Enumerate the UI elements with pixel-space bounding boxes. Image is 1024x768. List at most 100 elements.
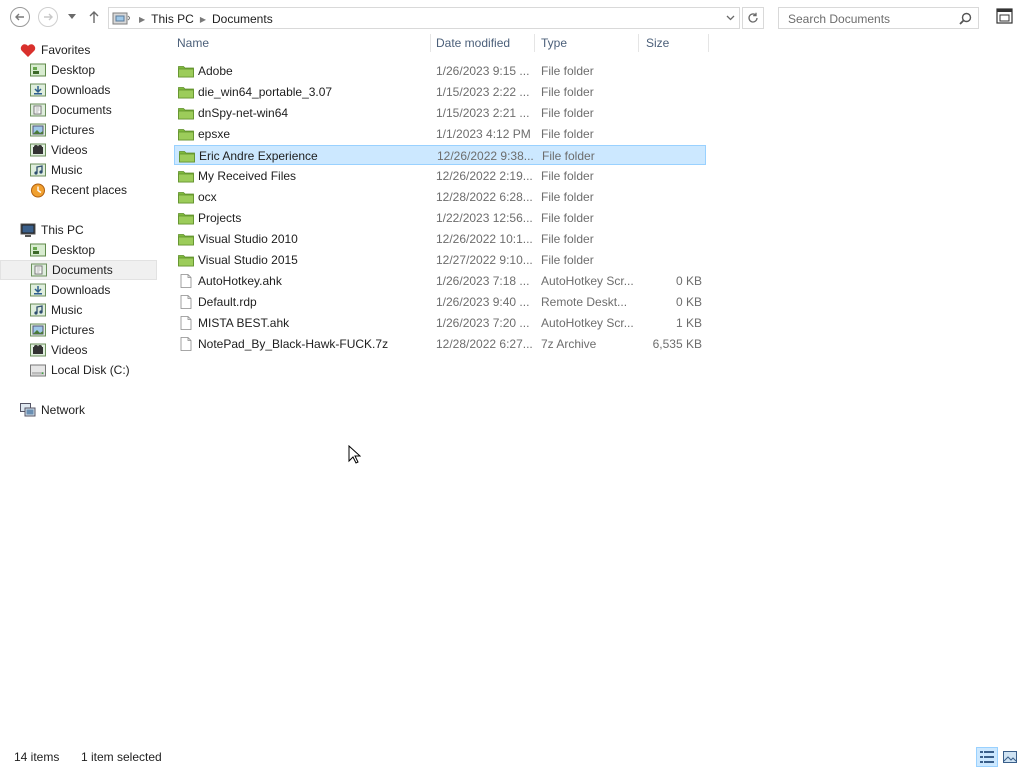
file-date-modified: 1/22/2023 12:56... [436, 211, 533, 225]
file-size: 6,535 KB [652, 337, 702, 351]
file-size: 0 KB [675, 295, 702, 309]
item-count: 14 items [14, 750, 60, 764]
file-name: NotePad_By_Black-Hawk-FUCK.7z [198, 337, 389, 351]
nav-fav-downloads[interactable]: Downloads [0, 80, 157, 100]
folder-icon [178, 87, 194, 99]
nav-pc-videos[interactable]: Videos [0, 340, 157, 360]
file-date-modified: 1/1/2023 4:12 PM [436, 127, 531, 141]
file-row[interactable]: dnSpy-net-win64 1/15/2023 2:21 ... File fo… [174, 103, 706, 123]
nav-item-label: Pictures [51, 123, 95, 137]
hard-drive-icon [30, 364, 46, 376]
folder-icon [178, 192, 194, 204]
file-type: File folder [542, 149, 595, 163]
nav-item-label: Videos [51, 343, 88, 357]
nav-pc-pictures[interactable]: Pictures [0, 320, 157, 340]
file-row[interactable]: NotePad_By_Black-Hawk-FUCK.7z 12/28/2022 … [174, 334, 706, 354]
nav-fav-pictures[interactable]: Pictures [0, 120, 157, 140]
address-bar[interactable]: ▶ This PC ▶ Documents [108, 7, 740, 29]
this-pc-icon [112, 12, 130, 25]
nav-fav-videos[interactable]: Videos [0, 140, 157, 160]
nav-pc-local-disk[interactable]: Local Disk (C:) [0, 360, 157, 380]
nav-network[interactable]: Network [0, 400, 157, 420]
file-name: epsxe [198, 127, 231, 141]
file-name: ocx [198, 190, 217, 204]
nav-item-label: Downloads [51, 83, 111, 97]
arrow-up-icon [89, 11, 99, 23]
refresh-button[interactable] [742, 7, 764, 29]
nav-pc-documents[interactable]: Documents [0, 260, 157, 280]
nav-pc-downloads[interactable]: Downloads [0, 280, 157, 300]
nav-this-pc[interactable]: This PC [0, 220, 157, 240]
file-row[interactable]: epsxe 1/1/2023 4:12 PM File folder [174, 124, 706, 144]
breadcrumb-separator-icon: ▶ [139, 14, 146, 24]
videos-icon [30, 343, 46, 356]
column-header-type[interactable]: Type [541, 36, 567, 52]
file-type: AutoHotkey Scr... [541, 316, 634, 330]
nav-fav-music[interactable]: Music [0, 160, 157, 180]
nav-item-label: Recent places [51, 183, 128, 197]
file-date-modified: 1/15/2023 2:21 ... [436, 106, 530, 120]
column-divider[interactable] [534, 34, 535, 52]
window-restore-icon[interactable] [996, 8, 1013, 24]
nav-favorites-label: Favorites [41, 43, 91, 57]
file-name: die_win64_portable_3.07 [198, 85, 333, 99]
file-name: Projects [198, 211, 242, 225]
column-header-date-modified[interactable]: Date modified [436, 36, 510, 52]
file-size: 1 KB [675, 316, 702, 330]
forward-button[interactable] [38, 7, 58, 27]
folder-icon [179, 151, 195, 163]
search-input[interactable]: Search Documents [778, 7, 979, 29]
file-row[interactable]: Visual Studio 2010 12/26/2022 10:1... File… [174, 229, 706, 249]
file-type: File folder [541, 253, 594, 267]
file-row[interactable]: Projects 1/22/2023 12:56... File folder [174, 208, 706, 228]
file-icon [180, 337, 192, 351]
breadcrumb-documents[interactable]: Documents [212, 12, 273, 26]
file-row[interactable]: Adobe 1/26/2023 9:15 ... File folder [174, 61, 706, 81]
column-header-name[interactable]: Name [177, 36, 209, 52]
column-divider[interactable] [708, 34, 709, 52]
file-row[interactable]: MISTA BEST.ahk 1/26/2023 7:20 ... AutoHotk… [174, 313, 706, 333]
nav-pc-desktop[interactable]: Desktop [0, 240, 157, 260]
file-row[interactable]: My Received Files 12/26/2022 2:19... File … [174, 166, 706, 186]
file-type: File folder [541, 106, 594, 120]
file-row[interactable]: Visual Studio 2015 12/27/2022 9:10... File… [174, 250, 706, 270]
nav-fav-documents[interactable]: Documents [0, 100, 157, 120]
documents-icon [31, 263, 47, 276]
nav-item-label: Documents [51, 103, 112, 117]
file-type: File folder [541, 190, 594, 204]
column-divider[interactable] [430, 34, 431, 52]
pictures-icon [30, 123, 46, 136]
file-type: File folder [541, 211, 594, 225]
search-icon[interactable] [959, 12, 972, 25]
folder-icon [178, 108, 194, 120]
nav-fav-recent-places[interactable]: Recent places [0, 180, 157, 200]
chevron-down-icon [68, 14, 76, 19]
arrow-left-icon [15, 13, 24, 21]
folder-icon [178, 129, 194, 141]
file-name: Adobe [198, 64, 233, 78]
file-row[interactable]: ocx 12/28/2022 6:28... File folder [174, 187, 706, 207]
address-toolbar: ▶ This PC ▶ Documents Search Documents [0, 0, 1024, 36]
up-button[interactable] [87, 9, 101, 25]
nav-fav-desktop[interactable]: Desktop [0, 60, 157, 80]
details-view-button[interactable] [976, 747, 998, 767]
downloads-icon [30, 83, 46, 96]
large-icons-view-button[interactable] [1000, 747, 1020, 767]
nav-favorites[interactable]: Favorites [0, 40, 157, 60]
column-divider[interactable] [638, 34, 639, 52]
nav-item-label: Music [51, 163, 83, 177]
nav-pc-music[interactable]: Music [0, 300, 157, 320]
breadcrumb-separator-icon: ▶ [199, 14, 206, 24]
file-row[interactable]: Default.rdp 1/26/2023 9:40 ... Remote Desk… [174, 292, 706, 312]
file-row[interactable]: AutoHotkey.ahk 1/26/2023 7:18 ... AutoHotk… [174, 271, 706, 291]
file-icon [180, 316, 192, 330]
column-header-size[interactable]: Size [646, 36, 669, 52]
address-history-button[interactable] [724, 11, 736, 25]
file-row[interactable]: die_win64_portable_3.07 1/15/2023 2:22 ..… [174, 82, 706, 102]
breadcrumb-this-pc[interactable]: This PC [151, 12, 194, 26]
file-row[interactable]: Eric Andre Experience 12/26/2022 9:38... F… [174, 145, 706, 165]
back-button[interactable] [10, 7, 30, 27]
recent-locations-button[interactable] [65, 9, 79, 25]
refresh-icon [748, 12, 758, 23]
file-name: AutoHotkey.ahk [198, 274, 282, 288]
